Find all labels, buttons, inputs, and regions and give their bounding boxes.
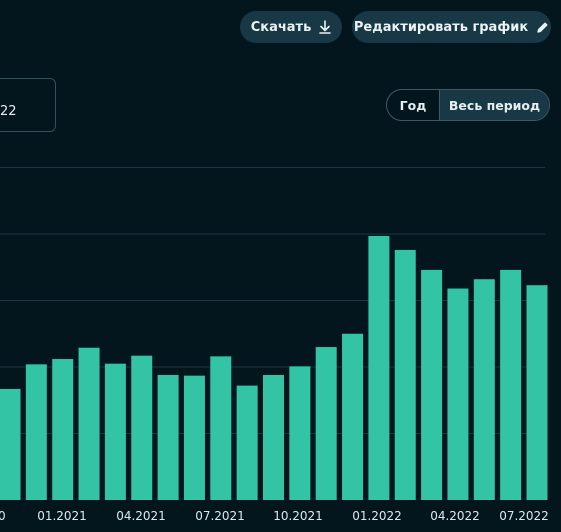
x-tick-label: 0 xyxy=(0,509,6,523)
bar-01.2021[interactable] xyxy=(78,347,100,500)
x-tick-label: 07.2022 xyxy=(499,509,549,523)
bar-05.2022[interactable] xyxy=(500,269,522,500)
bar-09.2021[interactable] xyxy=(289,366,311,500)
bar-04.2022[interactable] xyxy=(473,279,495,500)
bar-08.2021[interactable] xyxy=(263,374,284,500)
bar-03.2022[interactable] xyxy=(447,288,469,500)
bar-06.2022[interactable] xyxy=(526,285,548,500)
bar-01.2022[interactable] xyxy=(394,249,416,500)
x-tick-label: 07.2021 xyxy=(195,509,245,523)
bar-02.2022[interactable] xyxy=(421,269,443,500)
chart-bars xyxy=(0,235,548,500)
x-tick-label: 01.2022 xyxy=(352,509,402,523)
x-tick-label: 10.2021 xyxy=(273,509,323,523)
bar-10.2020[interactable] xyxy=(0,388,21,500)
bar-11.2021[interactable] xyxy=(342,333,364,500)
x-axis-ticks: 0 01.2021 04.2021 07.2021 10.2021 01.2022 04.2… xyxy=(0,509,549,523)
x-tick-label: 04.2022 xyxy=(430,509,480,523)
bar-chart: 0 01.2021 04.2021 07.2021 10.2021 01.2022 04.2… xyxy=(0,167,549,523)
x-tick-label: 04.2021 xyxy=(116,509,166,523)
bar-04.2021[interactable] xyxy=(157,374,179,500)
bar-10.2021[interactable] xyxy=(315,347,337,500)
bar-05.2021[interactable] xyxy=(183,375,205,500)
bar-03.2021[interactable] xyxy=(131,355,153,500)
bar-07.2021[interactable] xyxy=(236,385,258,500)
bar-12.2020[interactable] xyxy=(52,359,74,500)
bar-12.2021[interactable] xyxy=(368,235,390,500)
bar-11.2020[interactable] xyxy=(25,364,47,500)
bar-02.2021[interactable] xyxy=(104,363,126,500)
bar-06.2021[interactable] xyxy=(210,356,232,500)
x-tick-label: 01.2021 xyxy=(37,509,87,523)
